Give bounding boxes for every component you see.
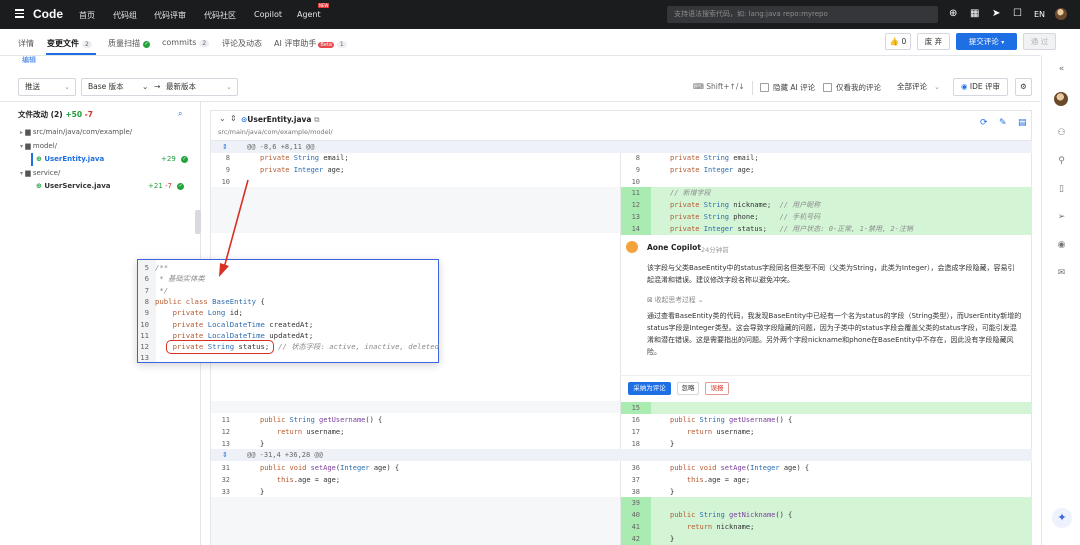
send-icon[interactable]: ➢ (1056, 212, 1067, 223)
person-icon[interactable]: ⚲ (1056, 156, 1067, 167)
right-rail: « ⚇ ⚲ ▯ ➢ ◉ ✉ ✦ (1041, 55, 1080, 545)
users-icon[interactable]: ⚇ (1056, 128, 1067, 139)
file-icon[interactable]: ▯ (1056, 184, 1067, 195)
mail-icon[interactable]: ✉ (1056, 268, 1067, 279)
reviewer-avatar[interactable] (1054, 92, 1068, 106)
ai-assistant-icon[interactable]: ✦ (1052, 508, 1072, 528)
annotation-arrow (219, 179, 249, 277)
expand-panel-icon[interactable]: « (1056, 64, 1067, 75)
eye-icon[interactable]: ◉ (1056, 240, 1067, 251)
